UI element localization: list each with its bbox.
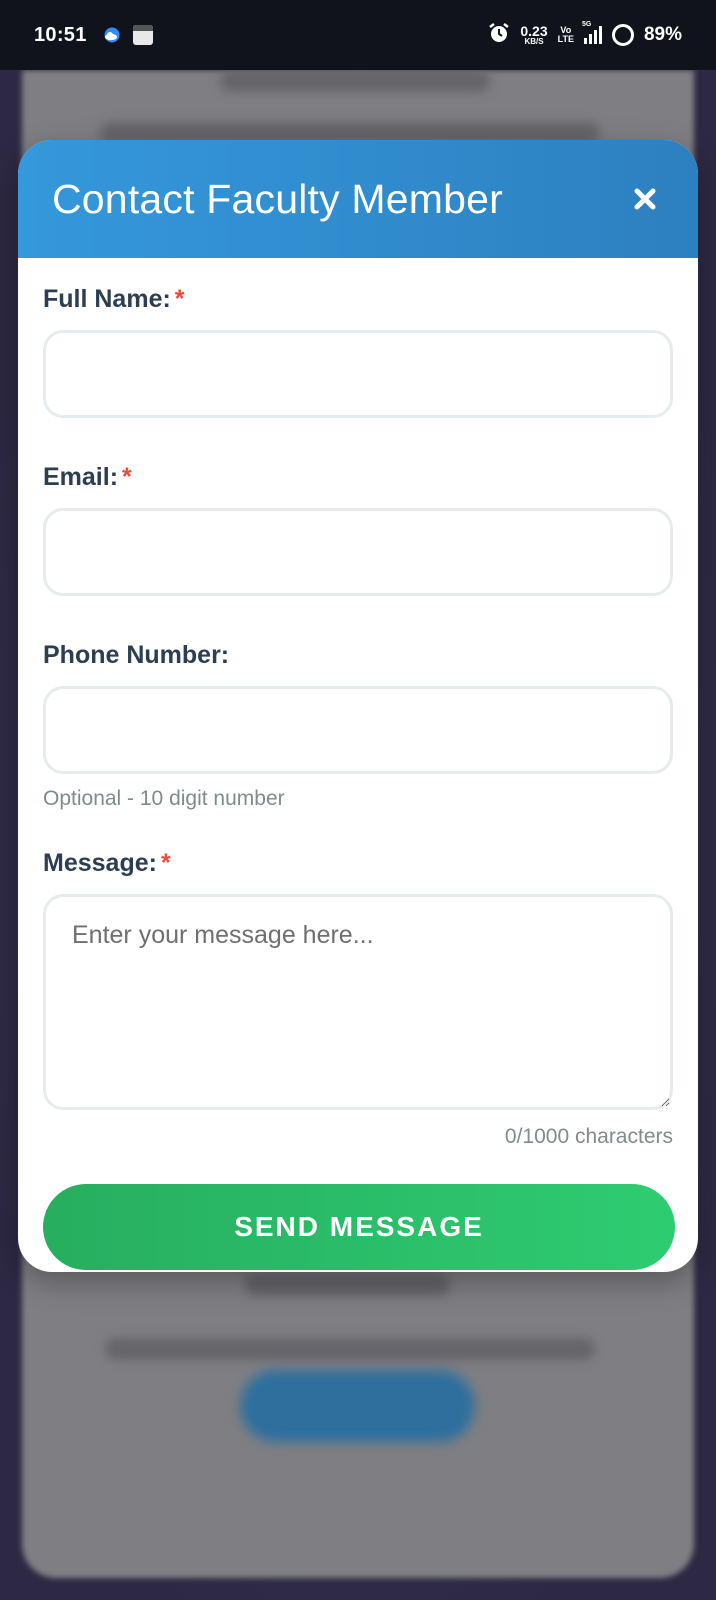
phone-group: Phone Number: Optional - 10 digit number — [43, 640, 673, 812]
full-name-group: Full Name: * — [43, 284, 673, 418]
required-marker: * — [174, 285, 185, 313]
network-speed-unit: KB/S — [524, 37, 544, 46]
background-text-line — [245, 1274, 450, 1296]
full-name-input[interactable] — [43, 330, 673, 418]
background-text-line — [105, 1338, 595, 1360]
modal-header: Contact Faculty Member — [18, 140, 698, 258]
email-label: Email: * — [43, 462, 673, 492]
required-marker: * — [160, 849, 171, 877]
battery-icon — [611, 24, 634, 46]
network-speed-value: 0.23 — [520, 23, 548, 39]
character-counter: 0/1000 characters — [504, 1125, 673, 1148]
background-text-line — [220, 70, 490, 92]
full-name-label: Full Name: * — [43, 284, 673, 314]
message-label: Message: * — [43, 848, 673, 878]
message-label-text: Message: — [43, 849, 157, 877]
battery-percent: 89% — [643, 24, 682, 45]
required-marker: * — [122, 463, 132, 491]
status-bar: 10:51 0.23 KB/S Vo LTE 5G 89% — [0, 0, 716, 70]
email-input[interactable] — [43, 508, 673, 596]
signal-icon: 5G — [582, 21, 602, 44]
network-speed: 0.23 KB/S — [520, 24, 547, 46]
status-right: 0.23 KB/S Vo LTE 5G 89% — [488, 21, 682, 49]
modal-body: Full Name: * Email: * Phone Number: Option… — [18, 258, 698, 1270]
phone-input[interactable] — [43, 686, 673, 774]
phone-hint: Optional - 10 digit number — [43, 787, 285, 810]
close-button[interactable] — [628, 182, 662, 216]
volte-indicator: Vo LTE — [558, 26, 574, 44]
full-name-label-text: Full Name: — [43, 285, 171, 313]
status-time: 10:51 — [34, 23, 87, 46]
status-left: 10:51 — [34, 24, 153, 47]
email-label-text: Email: — [43, 463, 119, 491]
message-textarea[interactable] — [43, 894, 673, 1110]
send-message-button[interactable]: SEND MESSAGE — [43, 1184, 675, 1270]
phone-label-text: Phone Number: — [43, 641, 230, 669]
calendar-icon — [132, 25, 153, 45]
close-icon — [634, 188, 656, 210]
email-group: Email: * — [43, 462, 673, 596]
alarm-icon — [488, 22, 510, 49]
contact-modal: Contact Faculty Member Full Name: * Email… — [18, 140, 698, 1272]
phone-label: Phone Number: — [43, 640, 673, 670]
signal-label: 5G — [581, 21, 592, 28]
volte-bottom: LTE — [557, 34, 574, 44]
background-contact-button — [240, 1370, 475, 1442]
cloud-icon — [101, 27, 123, 43]
modal-title: Contact Faculty Member — [52, 175, 503, 222]
message-group: Message:* 0/1000 characters — [43, 848, 673, 1150]
